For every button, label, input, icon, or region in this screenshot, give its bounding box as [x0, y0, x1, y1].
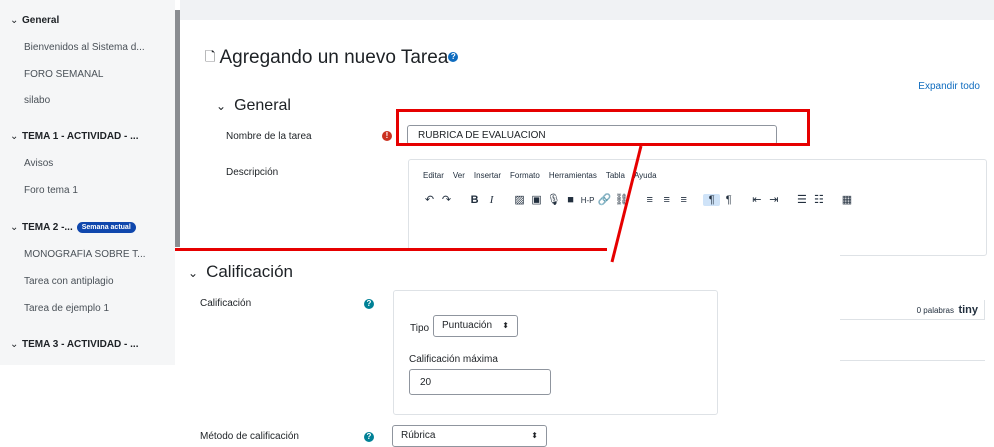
annotation-arrow	[610, 145, 643, 263]
